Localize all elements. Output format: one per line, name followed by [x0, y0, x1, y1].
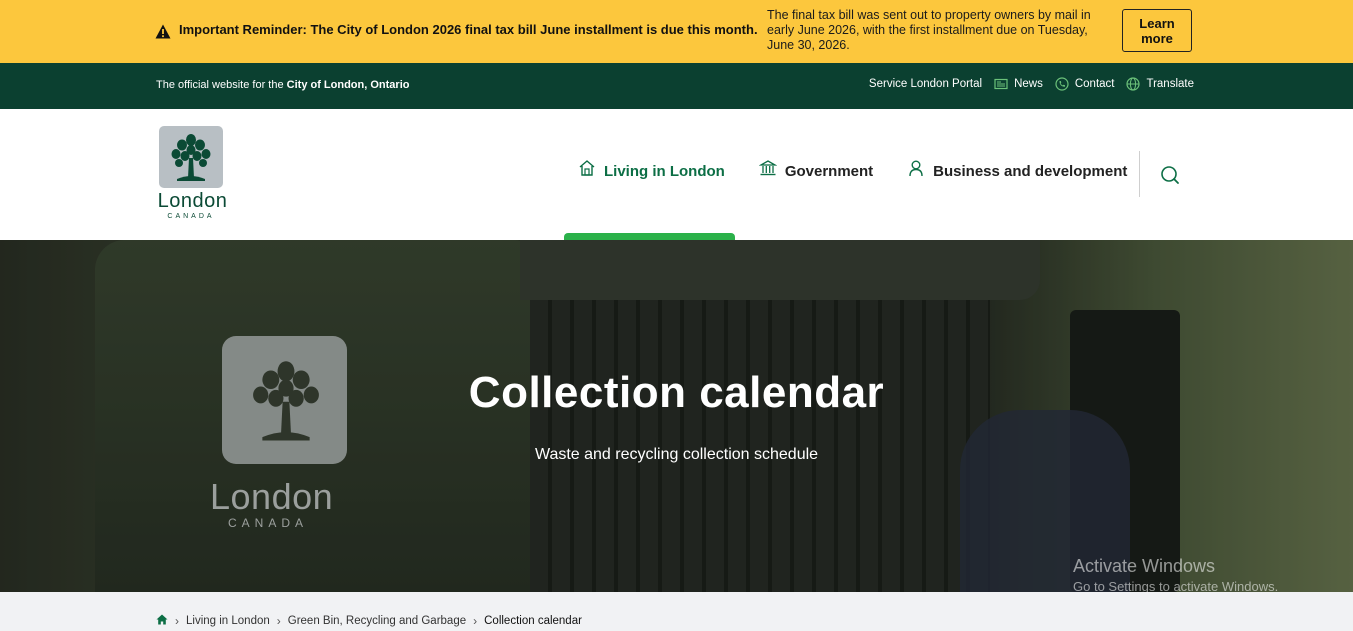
contact-label: Contact [1074, 78, 1115, 90]
site-header: London CANADA Living in London Governmen… [0, 109, 1353, 240]
person-icon [909, 160, 923, 177]
home-icon [156, 614, 168, 625]
nav-government[interactable]: Government [758, 159, 874, 180]
breadcrumb-green-bin[interactable]: Green Bin, Recycling and Garbage [288, 615, 466, 627]
learn-more-button[interactable]: Learn more [1122, 9, 1192, 52]
logo-tree-box [159, 126, 223, 188]
logo-subtitle: CANADA [167, 213, 215, 220]
official-prefix: The official website for the [156, 79, 284, 91]
building-icon [758, 160, 777, 176]
breadcrumb-bar: › Living in London › Green Bin, Recyclin… [0, 592, 1353, 631]
chevron-right-icon: › [276, 614, 281, 628]
globe-icon [1126, 77, 1141, 91]
breadcrumb-living-in-london[interactable]: Living in London [186, 615, 270, 627]
newspaper-icon [994, 78, 1008, 90]
nav-divider [1139, 151, 1140, 197]
chevron-right-icon: › [175, 614, 179, 628]
translate-label: Translate [1146, 78, 1194, 90]
breadcrumb: › Living in London › Green Bin, Recyclin… [156, 614, 582, 628]
service-london-portal-label: Service London Portal [868, 78, 983, 90]
alert-body: The final tax bill was sent out to prope… [767, 8, 1091, 52]
utility-links: Service London Portal News Contact Trans… [869, 77, 1194, 91]
phone-icon [1055, 77, 1069, 91]
active-nav-indicator [564, 233, 735, 240]
contact-link[interactable]: Contact [1055, 77, 1115, 91]
page-title: Collection calendar [468, 368, 885, 417]
search-button[interactable] [1158, 163, 1182, 187]
activate-windows-watermark: Activate Windows Go to Settings to activ… [1073, 556, 1278, 594]
nav-business-label: Business and development [933, 163, 1128, 180]
logo-wordmark: London [157, 190, 228, 212]
breadcrumb-current: Collection calendar [484, 615, 582, 627]
nav-living-in-london[interactable]: Living in London [578, 159, 725, 180]
breadcrumb-home[interactable] [156, 614, 168, 628]
alert-title: Important Reminder: The City of London 2… [179, 22, 758, 37]
official-site-text: The official website for the City of Lon… [156, 79, 409, 91]
tree-icon [171, 134, 211, 181]
search-icon [1161, 166, 1179, 184]
alert-banner: Important Reminder: The City of London 2… [0, 0, 1353, 63]
utility-bar: The official website for the City of Lon… [0, 63, 1353, 109]
service-london-portal-link[interactable]: Service London Portal [869, 78, 982, 90]
watermark-line1: Activate Windows [1073, 556, 1216, 576]
main-nav: Living in London Government Business and… [578, 159, 1127, 180]
news-link[interactable]: News [994, 77, 1043, 91]
hero-banner: London CANADA Collection calendar Waste … [0, 240, 1353, 592]
news-label: News [1014, 78, 1043, 90]
chevron-right-icon: › [473, 614, 478, 628]
page-subtitle: Waste and recycling collection schedule [534, 446, 819, 463]
house-icon [579, 160, 595, 176]
warning-icon [155, 24, 171, 39]
nav-business-and-development[interactable]: Business and development [907, 159, 1127, 180]
london-logo[interactable]: London CANADA [155, 126, 230, 222]
official-city-name: City of London, Ontario [286, 79, 410, 91]
translate-link[interactable]: Translate [1126, 77, 1194, 91]
nav-living-in-london-label: Living in London [604, 163, 725, 180]
nav-government-label: Government [784, 163, 874, 180]
